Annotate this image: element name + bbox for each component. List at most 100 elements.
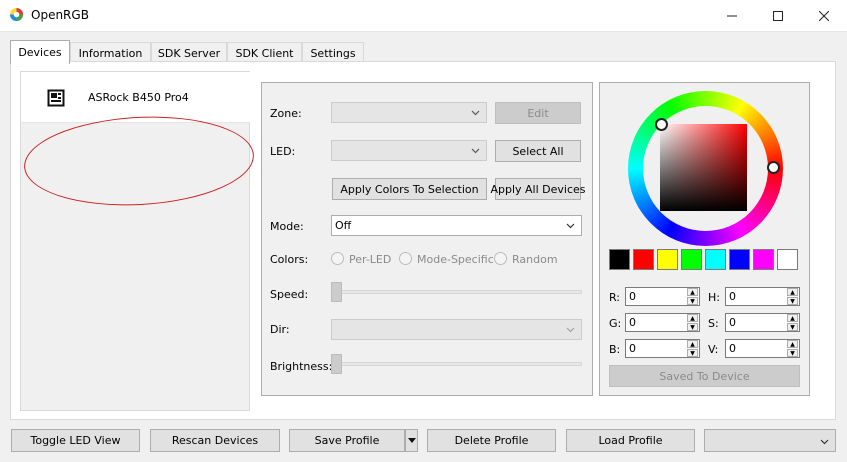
apply-all-label: Apply All Devices	[490, 182, 586, 196]
swatch-blue[interactable]	[729, 249, 750, 270]
spin-down-icon[interactable]: ▼	[787, 297, 798, 305]
window-title: OpenRGB	[31, 8, 89, 22]
radio-mode-specific[interactable]	[399, 252, 412, 265]
radio-per-led[interactable]	[331, 252, 344, 265]
device-item-asrock-b450[interactable]: ASRock B450 Pro4	[21, 72, 250, 123]
spin-down-icon[interactable]: ▼	[787, 349, 798, 357]
edit-zone-button[interactable]: Edit	[495, 102, 581, 124]
tab-label: Settings	[310, 46, 356, 60]
chevron-down-icon	[471, 148, 480, 154]
profile-dropdown[interactable]	[704, 429, 836, 452]
speed-slider-handle[interactable]	[331, 282, 342, 302]
direction-dropdown[interactable]	[331, 319, 582, 340]
swatch-magenta[interactable]	[753, 249, 774, 270]
sv-marker[interactable]	[655, 118, 668, 131]
spin-down-icon[interactable]: ▼	[687, 349, 698, 357]
brightness-label: Brightness:	[270, 360, 333, 373]
tab-label: SDK Server	[157, 46, 221, 60]
speed-label: Speed:	[270, 288, 309, 301]
saturation-value-square[interactable]	[660, 124, 747, 211]
spin-down-icon[interactable]: ▼	[687, 323, 698, 331]
spin-down-icon[interactable]: ▼	[687, 297, 698, 305]
apply-selection-label: Apply Colors To Selection	[340, 182, 479, 196]
save-profile-label: Save Profile	[314, 434, 380, 447]
chevron-down-icon	[471, 110, 480, 116]
v-spinbox[interactable]: 0 ▲ ▼	[725, 339, 800, 358]
h-spinbox[interactable]: 0 ▲ ▼	[725, 287, 800, 306]
speed-slider-track	[332, 290, 582, 294]
s-label: S:	[708, 317, 719, 330]
b-spinbox[interactable]: 0 ▲ ▼	[625, 339, 700, 358]
s-value: 0	[729, 316, 736, 329]
toggle-led-view-label: Toggle LED View	[30, 434, 121, 447]
swatch-white[interactable]	[777, 249, 798, 270]
v-label: V:	[708, 343, 719, 356]
tab-sdk-server[interactable]: SDK Server	[151, 42, 227, 63]
close-button[interactable]	[801, 0, 847, 31]
mode-label: Mode:	[270, 220, 304, 233]
spin-up-icon[interactable]: ▲	[687, 288, 698, 296]
r-spinbox[interactable]: 0 ▲ ▼	[625, 287, 700, 306]
zone-dropdown[interactable]	[331, 102, 487, 123]
spin-up-icon[interactable]: ▲	[687, 340, 698, 348]
swatch-cyan[interactable]	[705, 249, 726, 270]
r-label: R:	[609, 291, 621, 304]
device-controls-panel	[261, 82, 593, 396]
s-spinbox[interactable]: 0 ▲ ▼	[725, 313, 800, 332]
triangle-down-icon	[407, 437, 416, 443]
colors-label: Colors:	[270, 253, 309, 266]
h-label: H:	[708, 291, 720, 304]
swatch-red[interactable]	[633, 249, 654, 270]
load-profile-button[interactable]: Load Profile	[566, 429, 695, 452]
zone-label: Zone:	[270, 107, 302, 120]
maximize-button[interactable]	[755, 0, 801, 31]
mode-dropdown[interactable]: Off	[331, 215, 582, 236]
tab-devices[interactable]: Devices	[10, 40, 70, 64]
maximize-icon	[773, 10, 783, 21]
select-all-button[interactable]: Select All	[495, 140, 581, 162]
tab-sdk-client[interactable]: SDK Client	[227, 42, 302, 63]
spin-up-icon[interactable]: ▲	[787, 288, 798, 296]
led-dropdown[interactable]	[331, 140, 487, 161]
minimize-icon	[727, 15, 737, 16]
edit-label: Edit	[527, 106, 549, 120]
b-value: 0	[629, 342, 636, 355]
apply-all-devices-button[interactable]: Apply All Devices	[490, 178, 586, 200]
select-all-label: Select All	[512, 144, 564, 158]
rescan-devices-label: Rescan Devices	[171, 434, 259, 447]
g-label: G:	[609, 317, 622, 330]
chevron-down-icon	[566, 327, 575, 333]
device-name: ASRock B450 Pro4	[88, 91, 189, 104]
load-profile-label: Load Profile	[598, 434, 663, 447]
tab-settings[interactable]: Settings	[302, 42, 364, 63]
brightness-slider-track	[332, 362, 582, 366]
minimize-button[interactable]	[709, 0, 755, 31]
save-profile-menu-button[interactable]	[405, 429, 418, 452]
spin-up-icon[interactable]: ▲	[787, 340, 798, 348]
hue-marker[interactable]	[767, 161, 780, 174]
save-profile-button[interactable]: Save Profile	[289, 429, 405, 452]
g-spinbox[interactable]: 0 ▲ ▼	[625, 313, 700, 332]
saved-to-device-button[interactable]: Saved To Device	[609, 365, 800, 387]
radio-random[interactable]	[494, 252, 507, 265]
r-value: 0	[629, 290, 636, 303]
rescan-devices-button[interactable]: Rescan Devices	[150, 429, 280, 452]
tab-information[interactable]: Information	[70, 42, 151, 63]
spin-up-icon[interactable]: ▲	[787, 314, 798, 322]
h-value: 0	[729, 290, 736, 303]
swatch-black[interactable]	[609, 249, 630, 270]
radio-random-label: Random	[512, 253, 558, 266]
saved-to-device-label: Saved To Device	[659, 369, 750, 383]
dir-label: Dir:	[270, 323, 290, 336]
toggle-led-view-button[interactable]: Toggle LED View	[11, 429, 140, 452]
swatch-yellow[interactable]	[657, 249, 678, 270]
spin-down-icon[interactable]: ▼	[787, 323, 798, 331]
swatch-green[interactable]	[681, 249, 702, 270]
delete-profile-button[interactable]: Delete Profile	[427, 429, 556, 452]
g-value: 0	[629, 316, 636, 329]
title-bar: OpenRGB	[0, 0, 847, 31]
spin-up-icon[interactable]: ▲	[687, 314, 698, 322]
brightness-slider-handle[interactable]	[331, 354, 342, 374]
chevron-down-icon	[566, 223, 575, 229]
apply-colors-to-selection-button[interactable]: Apply Colors To Selection	[332, 178, 487, 200]
